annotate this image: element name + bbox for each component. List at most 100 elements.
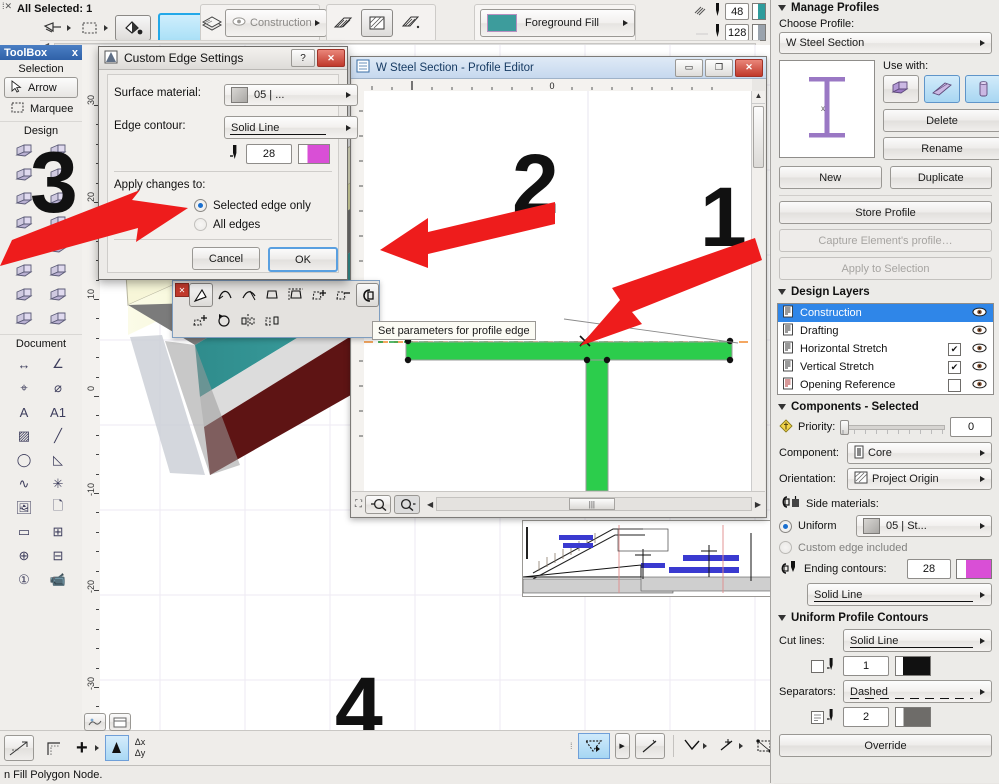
column-profile-icon[interactable] xyxy=(965,75,999,103)
paint-bucket-icon[interactable] xyxy=(115,14,151,41)
new-profile-button[interactable]: New xyxy=(779,166,882,189)
manage-profiles-header[interactable]: Manage Profiles xyxy=(778,2,993,14)
fill-icon[interactable]: ▨ xyxy=(11,425,37,447)
elevation-icon[interactable]: ⊞ xyxy=(45,521,71,543)
section-view-pane[interactable] xyxy=(522,520,772,597)
worksheet-icon[interactable]: ⊟ xyxy=(45,545,71,567)
drag-icon[interactable] xyxy=(189,309,211,331)
close-button[interactable]: ✕ xyxy=(735,58,763,77)
tangent-edge-icon[interactable] xyxy=(238,283,260,305)
profile-preview[interactable]: x xyxy=(779,60,875,158)
duplicate-profile-button[interactable]: Duplicate xyxy=(889,166,992,189)
level-dimension-icon[interactable]: ⌀ xyxy=(45,377,71,399)
eye-icon[interactable] xyxy=(972,379,987,392)
zoom-out-icon[interactable] xyxy=(365,494,391,514)
hotspot-icon[interactable]: ✳ xyxy=(45,473,71,495)
section-icon[interactable]: ▭ xyxy=(11,521,37,543)
uniform-radio[interactable] xyxy=(779,519,792,533)
detail-icon[interactable]: ⊕ xyxy=(11,545,37,567)
separators-checkbox[interactable] xyxy=(811,710,824,724)
curve-edge-icon[interactable] xyxy=(215,283,237,305)
furniture-icon[interactable] xyxy=(45,284,71,306)
polygon-dropdown[interactable]: ▶ xyxy=(614,733,630,759)
column-round-icon[interactable] xyxy=(11,236,37,258)
hatch-fill-icon[interactable] xyxy=(361,9,393,37)
magic-wand-icon[interactable] xyxy=(40,15,66,41)
rotate-icon[interactable] xyxy=(213,309,235,331)
polygon-tool-icon[interactable] xyxy=(577,733,610,759)
orientation-combo[interactable]: Project Origin xyxy=(847,468,992,490)
radio-all-edges[interactable]: All edges xyxy=(194,218,260,231)
uniform-material-combo[interactable]: 05 | St... xyxy=(856,515,992,537)
label-icon[interactable]: A1 xyxy=(45,401,71,423)
wall-profile-icon[interactable] xyxy=(883,75,919,103)
design-layers-list[interactable]: Construction Drafting Horizontal Stretch Ve… xyxy=(777,303,994,395)
circle-icon[interactable]: ◯ xyxy=(11,449,37,471)
mirror-icon[interactable] xyxy=(237,309,259,331)
priority-slider[interactable] xyxy=(840,420,945,435)
cut-lines-checkbox[interactable] xyxy=(811,659,824,673)
zoom-in-icon[interactable] xyxy=(394,494,420,514)
gravity-icon[interactable] xyxy=(104,735,129,761)
priority-value[interactable]: 0 xyxy=(950,417,992,437)
snap-guides-icon[interactable] xyxy=(4,735,34,761)
edge-angle-icon[interactable] xyxy=(189,283,213,307)
angle-snap-icon[interactable] xyxy=(682,738,707,754)
pen-top-value[interactable]: 48 xyxy=(725,3,750,20)
hscroll-right-arrow[interactable]: ▶ xyxy=(755,500,761,509)
line-tool-icon[interactable] xyxy=(634,733,665,759)
pen-top-swatch[interactable] xyxy=(752,3,766,20)
section-fill-icon[interactable] xyxy=(330,10,356,36)
elevate-icon[interactable] xyxy=(261,309,283,331)
components-header[interactable]: Components - Selected xyxy=(778,401,993,413)
add-point-dropdown[interactable] xyxy=(94,745,99,751)
surface-fill-icon[interactable] xyxy=(398,10,424,36)
grid-snap-icon[interactable] xyxy=(40,735,70,761)
separators-combo[interactable]: Dashed xyxy=(843,680,992,703)
design-layer-checkbox[interactable] xyxy=(948,360,961,374)
arc-icon[interactable]: ◺ xyxy=(45,449,71,471)
profile-editor-vscrollbar[interactable]: ▲ xyxy=(751,91,765,491)
spline-icon[interactable]: ∿ xyxy=(11,473,37,495)
tangent-snap-icon[interactable] xyxy=(718,738,743,754)
radio-selected-edge-only-input[interactable] xyxy=(194,199,207,212)
stair-icon[interactable] xyxy=(11,260,37,282)
railing-icon[interactable] xyxy=(45,260,71,282)
radio-all-edges-input[interactable] xyxy=(194,218,207,231)
cut-lines-pen[interactable]: 1 xyxy=(843,656,889,676)
radio-selected-edge-only[interactable]: Selected edge only xyxy=(194,199,311,212)
design-layer-checkbox[interactable] xyxy=(948,378,961,392)
mesh-icon[interactable] xyxy=(45,236,71,258)
add-node-icon[interactable] xyxy=(309,283,331,305)
marquee-dropdown[interactable] xyxy=(104,24,108,31)
tool-arrow[interactable]: Arrow xyxy=(4,77,78,98)
change-marker-icon[interactable]: ① xyxy=(11,569,37,591)
profile-editor-window[interactable]: W Steel Section - Profile Editor ▭ ❐ ✕ 0 xyxy=(350,56,767,518)
radial-dimension-icon[interactable]: ⌖ xyxy=(11,377,37,399)
hscroll-left-arrow[interactable]: ◀ xyxy=(427,500,433,509)
design-layer-row[interactable]: Drafting xyxy=(778,322,993,340)
minimize-button[interactable]: ▭ xyxy=(675,58,703,77)
eye-icon[interactable] xyxy=(972,361,987,374)
offset-all-edges-icon[interactable] xyxy=(285,283,307,305)
choose-profile-combo[interactable]: W Steel Section xyxy=(779,32,992,54)
override-button[interactable]: Override xyxy=(779,734,992,757)
set-edge-parameters-icon[interactable] xyxy=(355,283,379,307)
design-layer-row[interactable]: Construction xyxy=(778,304,993,322)
angle-dimension-icon[interactable]: ∠ xyxy=(45,353,71,375)
text-icon[interactable]: A xyxy=(11,401,37,423)
surface-material-combo[interactable]: 05 | ... xyxy=(224,84,358,106)
lamp-icon[interactable] xyxy=(11,308,37,330)
pet-palette[interactable]: ✕ xyxy=(172,280,380,338)
store-profile-button[interactable]: Store Profile xyxy=(779,201,992,224)
cut-lines-combo[interactable]: Solid Line xyxy=(843,629,992,652)
eye-icon[interactable] xyxy=(972,343,987,356)
edge-pen-number[interactable]: 28 xyxy=(246,144,292,164)
view-layout-icon[interactable] xyxy=(109,713,131,731)
dialog-help-button[interactable]: ? xyxy=(291,49,315,67)
separators-pen[interactable]: 2 xyxy=(843,707,889,727)
profile-editor-titlebar[interactable]: W Steel Section - Profile Editor ▭ ❐ ✕ xyxy=(351,57,766,79)
component-combo[interactable]: Core xyxy=(847,442,992,464)
design-layer-row[interactable]: Vertical Stretch xyxy=(778,358,993,376)
cut-lines-pen-swatch[interactable] xyxy=(895,656,931,676)
